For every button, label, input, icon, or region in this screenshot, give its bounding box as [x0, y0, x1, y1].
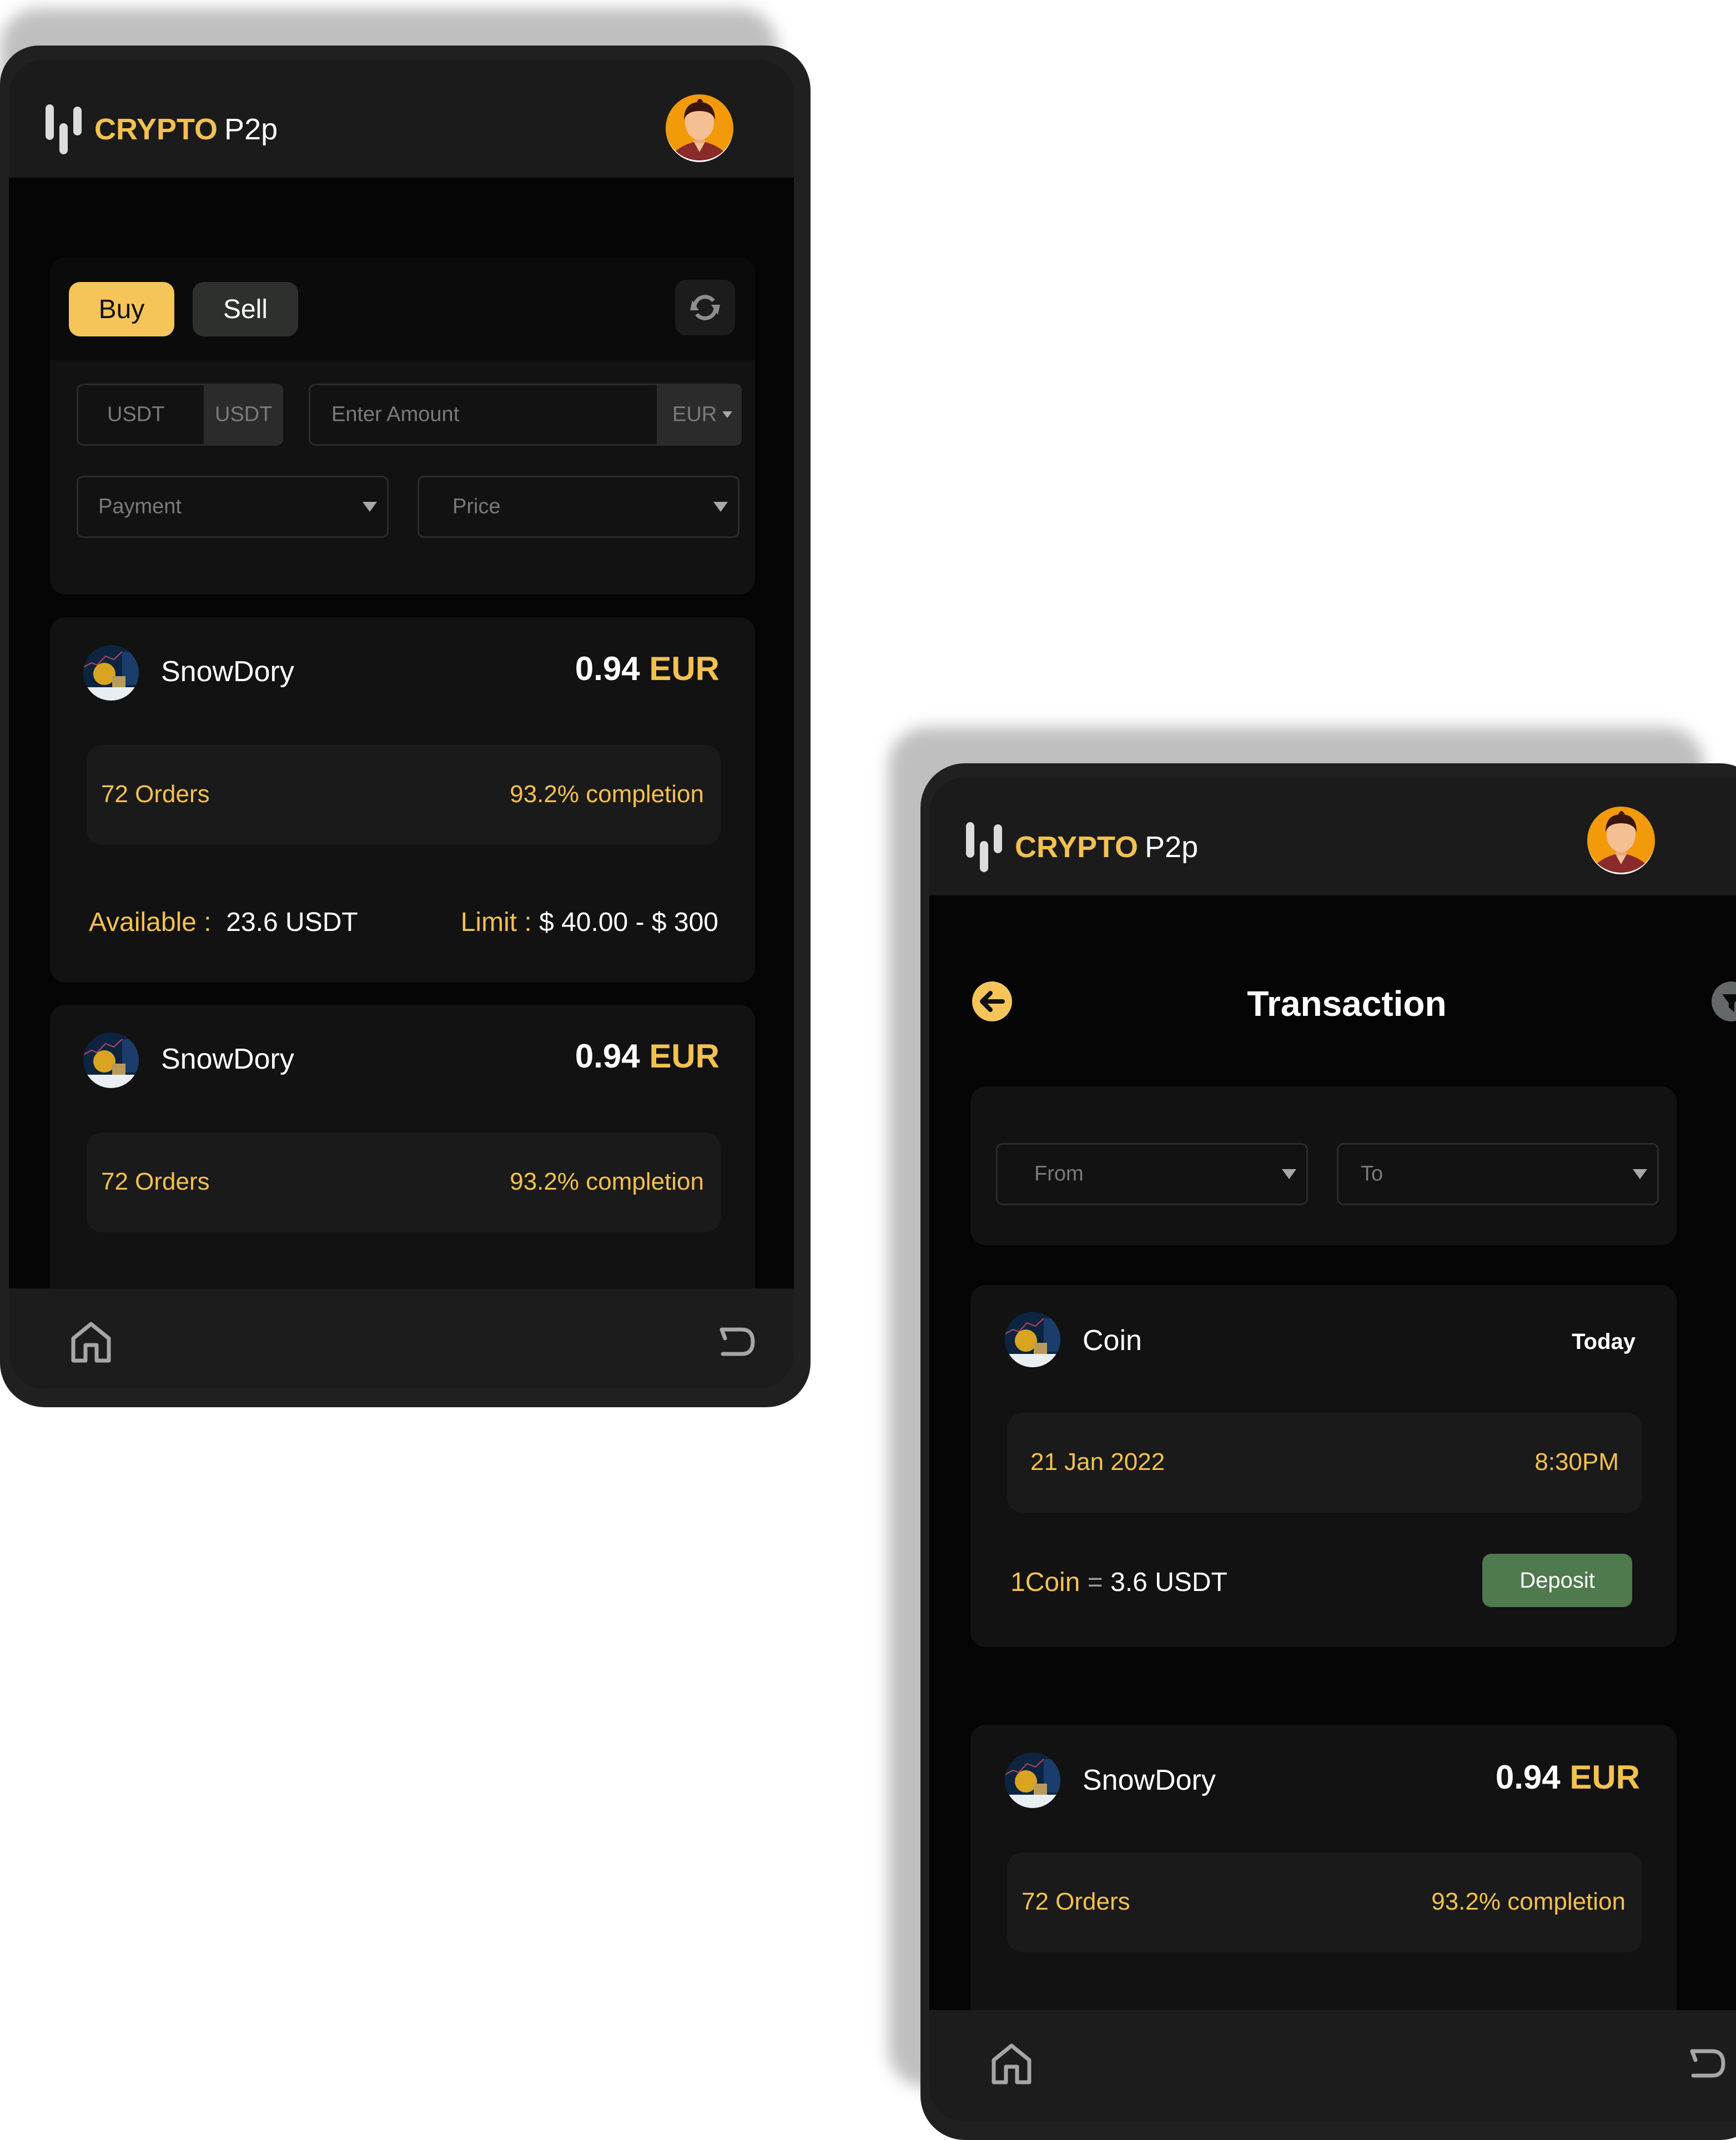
- refresh-button[interactable]: [675, 280, 735, 335]
- completion-rate: 93.2% completion: [1431, 1888, 1626, 1915]
- brand-logo: CRYPTO P2p: [966, 822, 1198, 872]
- left-screen: CRYPTO P2p Buy Sell USDT USDT Enter Amou…: [9, 60, 794, 1388]
- seller-stats: 72 Orders 93.2% completion: [87, 745, 721, 845]
- seller-stats: 72 Orders 93.2% completion: [1007, 1852, 1642, 1952]
- transaction-time: 8:30PM: [1534, 1448, 1619, 1476]
- refresh-icon: [690, 295, 720, 320]
- coin-image-icon: [1005, 1753, 1060, 1808]
- crypto-asset-suffix: USDT: [215, 402, 273, 426]
- coin-image-icon: [1005, 1312, 1060, 1367]
- chevron-down-icon: [722, 411, 732, 418]
- transaction-day: Today: [1572, 1330, 1636, 1354]
- transaction-date: 21 Jan 2022: [1030, 1448, 1165, 1476]
- tab-buy[interactable]: Buy: [69, 282, 174, 336]
- logo-bars-icon: [46, 104, 82, 154]
- right-phone: CRYPTO P2p Transaction From To Coin Toda…: [920, 763, 1736, 2140]
- bottom-nav: [929, 2010, 1736, 2121]
- user-avatar[interactable]: [1587, 807, 1655, 874]
- orders-count: 72 Orders: [101, 781, 210, 808]
- seller-avatar: [83, 645, 139, 701]
- currency-select[interactable]: EUR: [657, 385, 740, 444]
- offer-price: 0.94 EUR: [575, 1038, 719, 1075]
- right-screen: CRYPTO P2p Transaction From To Coin Toda…: [929, 778, 1736, 2121]
- coin-name: Coin: [1083, 1325, 1142, 1357]
- date-filter-card: From To: [970, 1086, 1677, 1245]
- filter-icon[interactable]: [1711, 981, 1736, 1022]
- offer-price: 0.94 EUR: [575, 650, 719, 687]
- orders-count: 72 Orders: [1022, 1888, 1130, 1915]
- coin-image-icon: [83, 645, 139, 701]
- brand-name-accent: CRYPTO: [94, 113, 218, 146]
- brand-logo: CRYPTO P2p: [46, 104, 278, 154]
- avatar-person-icon: [671, 99, 728, 160]
- transaction-datetime: 21 Jan 2022 8:30PM: [1007, 1413, 1642, 1513]
- chevron-down-icon: [713, 502, 728, 512]
- seller-name: SnowDory: [1083, 1764, 1216, 1796]
- app-header: CRYPTO P2p: [9, 60, 794, 178]
- coin-avatar: [1005, 1312, 1060, 1367]
- orders-count: 72 Orders: [101, 1168, 210, 1195]
- transaction-card[interactable]: Coin Today 21 Jan 2022 8:30PM 1Coin = 3.…: [970, 1285, 1677, 1647]
- payment-select[interactable]: Payment: [77, 476, 389, 538]
- left-phone: CRYPTO P2p Buy Sell USDT USDT Enter Amou…: [0, 46, 811, 1407]
- seller-avatar: [1005, 1753, 1060, 1808]
- offer-price: 0.94 EUR: [1495, 1759, 1640, 1796]
- completion-rate: 93.2% completion: [510, 781, 704, 808]
- avatar-person-icon: [1593, 811, 1649, 873]
- amount-input[interactable]: Enter Amount EUR: [309, 384, 742, 446]
- completion-rate: 93.2% completion: [510, 1168, 704, 1195]
- chevron-down-icon: [363, 502, 377, 512]
- back-icon[interactable]: [1688, 2047, 1728, 2080]
- from-select[interactable]: From: [996, 1143, 1308, 1205]
- home-icon[interactable]: [989, 2041, 1034, 2086]
- to-select[interactable]: To: [1337, 1143, 1659, 1205]
- price-select[interactable]: Price: [417, 476, 739, 538]
- logo-bars-icon: [966, 822, 1003, 872]
- brand-name-rest: P2p: [224, 113, 278, 146]
- user-avatar[interactable]: [666, 94, 733, 162]
- chevron-down-icon: [1282, 1169, 1296, 1179]
- chevron-down-icon: [1633, 1169, 1647, 1179]
- crypto-asset-field[interactable]: USDT USDT: [77, 384, 283, 446]
- home-icon[interactable]: [69, 1320, 113, 1364]
- trade-limit: Limit : $ 40.00 - $ 300: [460, 908, 718, 937]
- deposit-button[interactable]: Deposit: [1482, 1554, 1632, 1607]
- trade-filter-card: Buy Sell USDT USDT Enter Amount EUR Paym…: [50, 258, 755, 595]
- seller-avatar: [83, 1033, 139, 1088]
- back-icon[interactable]: [717, 1325, 757, 1358]
- app-header: CRYPTO P2p: [929, 778, 1736, 895]
- coin-image-icon: [83, 1033, 139, 1088]
- tab-sell[interactable]: Sell: [193, 282, 298, 336]
- brand-name-accent: CRYPTO: [1015, 830, 1139, 864]
- seller-name: SnowDory: [161, 1043, 294, 1075]
- offer-card[interactable]: SnowDory 0.94 EUR 72 Orders 93.2% comple…: [50, 617, 755, 983]
- seller-name: SnowDory: [161, 656, 294, 688]
- available-amount: Available : 23.6 USDT: [89, 908, 358, 937]
- page-title: Transaction: [1247, 984, 1447, 1024]
- seller-stats: 72 Orders 93.2% completion: [87, 1132, 721, 1232]
- exchange-rate: 1Coin = 3.6 USDT: [1010, 1568, 1227, 1597]
- brand-name-rest: P2p: [1145, 830, 1199, 864]
- bottom-nav: [9, 1288, 794, 1388]
